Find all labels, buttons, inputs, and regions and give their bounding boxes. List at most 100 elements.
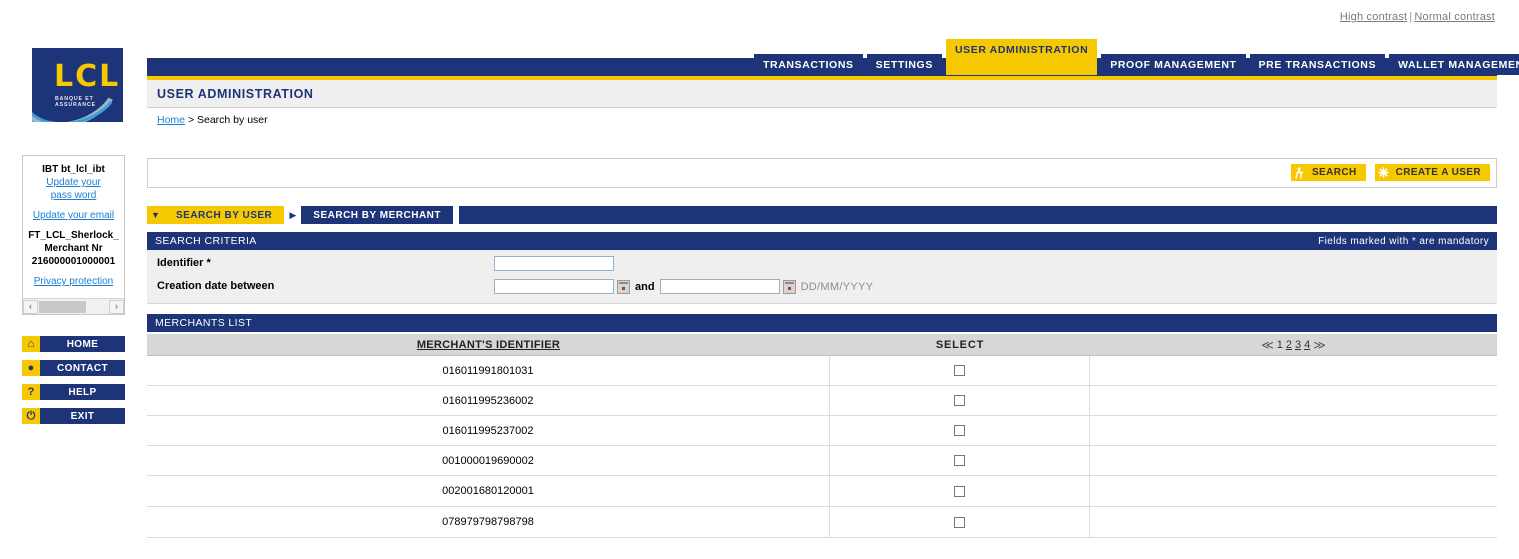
cell-identifier: 016011995236002 xyxy=(147,386,830,415)
lcl-logo[interactable]: LCL BANQUE ET ASSURANCE xyxy=(32,48,123,122)
sidebar-item-exit-label: EXIT xyxy=(40,408,125,424)
calendar-icon-to[interactable] xyxy=(782,279,796,294)
date-format-hint: DD/MM/YYYY xyxy=(800,280,874,293)
search-criteria-title: SEARCH CRITERIA xyxy=(155,235,257,247)
sub-tab-bar: ▼ SEARCH BY USER ▶ SEARCH BY MERCHANT xyxy=(147,206,1497,224)
cell-select xyxy=(830,386,1090,415)
tab-settings[interactable]: SETTINGS xyxy=(866,54,942,75)
row-checkbox[interactable] xyxy=(954,425,965,436)
contrast-links: High contrast | Normal contrast xyxy=(1340,11,1495,23)
sidebar-item-home[interactable]: ⌂ HOME xyxy=(22,336,125,352)
table-row[interactable]: 001000019690002 xyxy=(147,446,1497,476)
identifier-row: Identifier * xyxy=(157,257,211,269)
breadcrumb: Home > Search by user xyxy=(157,114,268,126)
cell-select xyxy=(830,416,1090,445)
breadcrumb-separator: > xyxy=(187,114,197,126)
sidebar-item-exit[interactable]: ⏻ EXIT xyxy=(22,408,125,424)
date-and-text: and xyxy=(635,280,655,293)
main-tab-bar: TRANSACTIONS SETTINGS USER ADMINISTRATIO… xyxy=(754,39,1519,75)
privacy-protection-link[interactable]: Privacy protection xyxy=(23,275,124,288)
pagination-page-1[interactable]: 1 xyxy=(1277,339,1283,351)
subtab-search-by-merchant-label: SEARCH BY MERCHANT xyxy=(301,206,453,224)
pagination: ≪ 1 2 3 4 ≫ xyxy=(1090,338,1497,352)
tab-transactions[interactable]: TRANSACTIONS xyxy=(754,54,863,75)
column-header-identifier[interactable]: MERCHANT'S IDENTIFIER xyxy=(147,339,830,351)
sidebar-merchant-name: FT_LCL_Sherlock_ xyxy=(28,230,119,241)
update-email-link[interactable]: Update your email xyxy=(23,209,124,222)
sidebar-item-contact-label: CONTACT xyxy=(40,360,125,376)
cell-identifier: 001000019690002 xyxy=(147,446,830,475)
creation-date-row: Creation date between xyxy=(157,280,274,292)
subtab-search-by-user[interactable]: ▼ SEARCH BY USER xyxy=(147,206,285,224)
starburst-icon xyxy=(1374,164,1392,181)
sidebar-item-help[interactable]: ? HELP xyxy=(22,384,125,400)
table-row[interactable]: 016011995236002 xyxy=(147,386,1497,416)
cell-select xyxy=(830,507,1090,537)
table-row[interactable]: 016011991801031 xyxy=(147,356,1497,386)
question-mark-icon: ? xyxy=(22,384,40,400)
pagination-page-3[interactable]: 3 xyxy=(1295,339,1301,351)
breadcrumb-home-link[interactable]: Home xyxy=(157,114,185,126)
cell-identifier: 016011995237002 xyxy=(147,416,830,445)
row-checkbox[interactable] xyxy=(954,455,965,466)
row-checkbox[interactable] xyxy=(954,516,965,528)
pagination-page-2[interactable]: 2 xyxy=(1286,339,1292,351)
high-contrast-link[interactable]: High contrast xyxy=(1340,11,1407,23)
cell-identifier: 002001680120001 xyxy=(147,476,830,506)
table-row[interactable]: 078979798798798 xyxy=(147,507,1497,538)
sidebar-item-contact[interactable]: ● CONTACT xyxy=(22,360,125,376)
update-password-link-line1[interactable]: Update your xyxy=(23,176,124,189)
starburst-svg xyxy=(1377,167,1389,178)
scrollbar-thumb[interactable] xyxy=(39,300,86,313)
home-icon: ⌂ xyxy=(22,336,40,352)
scroll-right-arrow-icon[interactable]: › xyxy=(109,299,124,314)
person-walking-svg xyxy=(1295,166,1304,179)
power-icon: ⏻ xyxy=(22,408,40,424)
merchants-list-title: MERCHANTS LIST xyxy=(155,317,253,329)
tab-proof-management[interactable]: PROOF MANAGEMENT xyxy=(1101,54,1246,75)
scrollbar-track[interactable] xyxy=(87,300,109,313)
table-row[interactable]: 016011995237002 xyxy=(147,416,1497,446)
sidebar-merchant-nr-label: Merchant Nr xyxy=(44,243,103,254)
date-to-input[interactable] xyxy=(659,279,780,294)
cell-select xyxy=(830,356,1090,385)
page-title: USER ADMINISTRATION xyxy=(157,86,314,101)
creation-date-label: Creation date between xyxy=(157,280,275,292)
pagination-page-4[interactable]: 4 xyxy=(1304,339,1310,351)
search-button-label: SEARCH xyxy=(1311,167,1357,178)
row-checkbox[interactable] xyxy=(954,485,965,497)
merchants-list-header: MERCHANTS LIST xyxy=(147,314,1497,332)
calendar-icon-from[interactable] xyxy=(617,279,630,294)
table-row[interactable]: 002001680120001 xyxy=(147,476,1497,507)
pagination-last-icon[interactable]: ≫ xyxy=(1313,338,1326,352)
identifier-label: Identifier * xyxy=(157,257,211,269)
pagination-first-icon[interactable]: ≪ xyxy=(1261,338,1274,352)
chevron-down-icon: ▼ xyxy=(147,206,164,224)
contrast-separator: | xyxy=(1409,11,1413,23)
scroll-left-arrow-icon[interactable]: ‹ xyxy=(23,299,38,314)
tab-pre-transactions[interactable]: PRE TRANSACTIONS xyxy=(1249,54,1386,75)
sidebar-item-help-label: HELP xyxy=(40,384,125,400)
identifier-input[interactable] xyxy=(494,256,614,271)
row-checkbox[interactable] xyxy=(954,365,965,376)
search-criteria-header: SEARCH CRITERIA Fields marked with * are… xyxy=(147,232,1497,250)
update-password-link-line2[interactable]: pass word xyxy=(23,189,124,202)
search-criteria-body: Identifier * Creation date between and D… xyxy=(147,250,1497,304)
date-from-input[interactable] xyxy=(494,279,614,294)
row-checkbox[interactable] xyxy=(954,395,965,406)
chevron-right-icon: ▶ xyxy=(284,206,302,224)
create-a-user-button[interactable]: CREATE A USER xyxy=(1374,164,1490,181)
normal-contrast-link[interactable]: Normal contrast xyxy=(1414,11,1495,23)
sidebar-horizontal-scrollbar[interactable]: ‹ › xyxy=(23,298,124,314)
subtab-search-by-merchant[interactable]: ▶ SEARCH BY MERCHANT xyxy=(284,206,453,224)
subtab-endcap xyxy=(453,206,459,224)
search-button[interactable]: SEARCH xyxy=(1290,164,1366,181)
tab-wallet-management[interactable]: WALLET MANAGEMENT xyxy=(1389,54,1519,75)
app-root: High contrast | Normal contrast LCL BANQUE… xyxy=(0,0,1519,559)
sidebar-item-home-label: HOME xyxy=(40,336,125,352)
cell-identifier: 078979798798798 xyxy=(147,507,830,537)
tab-user-administration[interactable]: USER ADMINISTRATION xyxy=(945,39,1098,75)
subtab-search-by-user-label: SEARCH BY USER xyxy=(164,206,285,224)
logo-tagline: BANQUE ET ASSURANCE xyxy=(55,96,96,108)
